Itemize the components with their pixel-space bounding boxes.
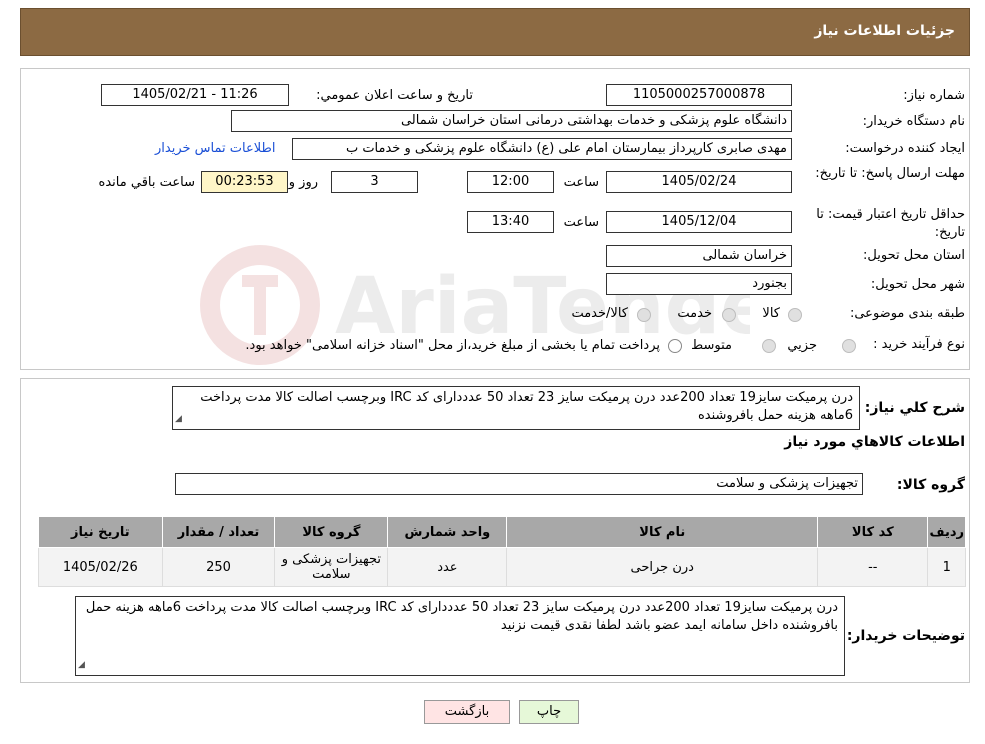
category-label: طبقه بندی موضوعی: [849,306,965,321]
resize-grip-icon: ◢ [78,660,85,670]
goods-group-label: گروه کالا: [896,477,965,493]
cell-item-name: درن جراحی [506,547,819,587]
goods-group-field: تجهیزات پزشکی و سلامت [175,473,863,495]
price-validity-label: حداقل تاريخ اعتبار قيمت: تا تاريخ: [816,207,965,240]
need-number-label: شماره نیاز: [903,88,965,103]
need-number-field: 1105000257000878 [606,84,792,106]
province-label: استان محل تحويل: [863,248,965,263]
deadline-time-label: ساعت [563,175,599,190]
cell-quantity: 250 [161,547,276,587]
price-validity-date-field: 1405/12/04 [606,211,792,233]
buyer-org-label: نام دستگاه خريدار: [862,114,965,129]
city-label: شهر محل تحويل: [870,277,965,292]
buyer-org-field: دانشگاه علوم پزشکی و خدمات بهداشتی درمان… [231,110,792,132]
process-note: پرداخت تمام يا بخشی از مبلغ خريد،از محل … [245,338,660,353]
deadline-time-field: 12:00 [467,171,554,193]
price-validity-time-label: ساعت [563,215,599,230]
days-label: روز و [288,175,318,190]
requester-field: مهدی صابری کارپرداز بیمارستان امام علی (… [292,138,792,160]
col-quantity: تعداد / مقدار [161,516,276,548]
cell-item-group: تجهیزات پزشکی و سلامت [274,547,389,587]
category-goods-service-radio[interactable] [637,308,651,322]
deadline-label: مهلت ارسال پاسخ: تا تاريخ: [815,166,965,181]
requester-label: ايجاد کننده درخواست: [845,141,965,156]
buyer-notes-label: توضيحات خريدار: [846,628,965,644]
city-field: بجنورد [606,273,792,295]
province-field: خراسان شمالی [606,245,792,267]
col-item-code: کد کالا [817,516,929,548]
treasury-checkbox[interactable] [668,339,682,353]
process-minor-radio[interactable] [842,339,856,353]
page-title: جزئیات اطلاعات نیاز [814,23,955,39]
category-goods-label: کالا [762,306,780,321]
announce-datetime-field: 1405/02/21 - 11:26 [101,84,289,106]
items-table: رديف کد کالا نام کالا واحد شمارش گروه کا… [38,516,966,587]
process-medium-label: متوسط [691,338,732,353]
buyer-contact-link[interactable]: اطلاعات تماس خريدار [155,141,275,156]
category-goods-service-label: کالا/خدمت [571,306,628,321]
time-remaining-label: ساعت باقي مانده [98,175,195,190]
process-label: نوع فرآيند خريد : [873,337,965,352]
print-button[interactable]: چاپ [519,700,579,724]
resize-grip-icon: ◢ [175,414,182,424]
cell-unit: عدد [387,547,508,587]
buyer-notes-text: درن پرمیکت سایز19 تعداد 200عدد درن پرمیک… [85,600,838,633]
table-header-row: رديف کد کالا نام کالا واحد شمارش گروه کا… [38,516,966,548]
announce-label: تاریخ و ساعت اعلان عمومي: [316,88,473,103]
col-unit: واحد شمارش [387,516,508,548]
page-header: جزئیات اطلاعات نیاز [20,8,970,56]
col-item-name: نام کالا [506,516,819,548]
col-need-date: تاريخ نياز [38,516,163,548]
col-item-group: گروه کالا [274,516,389,548]
table-row: 1 -- درن جراحی عدد تجهیزات پزشکی و سلامت… [38,547,966,587]
summary-textarea[interactable]: درن پرمیکت سایز19 تعداد 200عدد درن پرمیک… [172,386,860,430]
summary-label: شرح كلي نياز: [864,400,965,416]
category-goods-radio[interactable] [788,308,802,322]
buyer-notes-textarea[interactable]: درن پرمیکت سایز19 تعداد 200عدد درن پرمیک… [75,596,845,676]
cell-item-code: -- [817,547,929,587]
process-minor-label: جزيي [787,338,817,353]
goods-section-title: اطلاعات كالاهاي مورد نياز [784,434,965,450]
category-service-radio[interactable] [722,308,736,322]
time-remaining-field: 00:23:53 [201,171,288,193]
col-row-number: رديف [927,516,966,548]
summary-text: درن پرمیکت سایز19 تعداد 200عدد درن پرمیک… [200,390,853,423]
cell-need-date: 1405/02/26 [38,547,163,587]
back-button[interactable]: بازگشت [424,700,510,724]
price-validity-time-field: 13:40 [467,211,554,233]
days-remaining-field: 3 [331,171,418,193]
deadline-date-field: 1405/02/24 [606,171,792,193]
category-service-label: خدمت [677,306,712,321]
process-medium-radio[interactable] [762,339,776,353]
cell-row-number: 1 [927,547,966,587]
